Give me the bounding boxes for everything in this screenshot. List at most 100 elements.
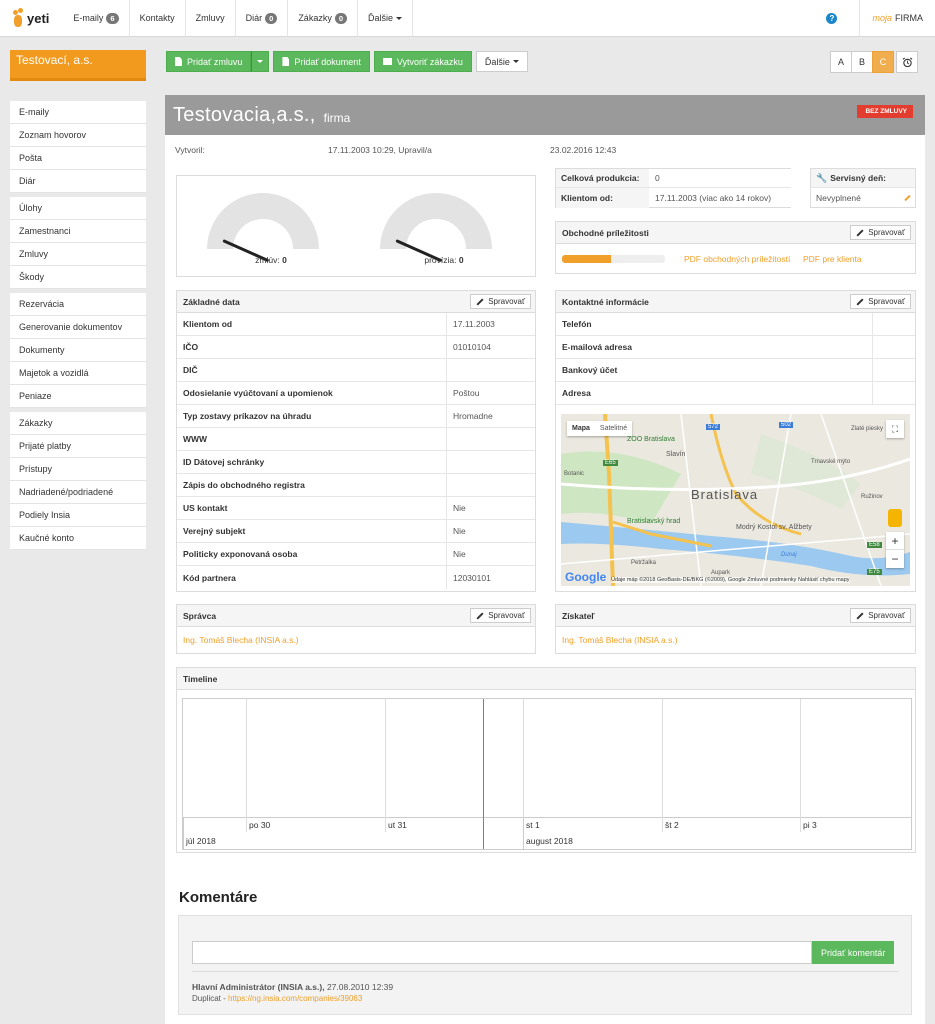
basic-data-title: Základné data — [183, 296, 240, 307]
add-contract-button[interactable]: Pridať zmluvu — [166, 51, 252, 72]
map-attribution[interactable]: Údaje máp ©2018 GeoBasis-DE/BKG (©2009),… — [611, 577, 850, 583]
field-value: Nie — [453, 549, 466, 559]
sidebar-item-employees[interactable]: Zamestnanci — [10, 220, 146, 243]
manage-contact-button[interactable]: Spravovať — [850, 294, 911, 309]
sidebar-item-insia-shares[interactable]: Podiely Insia — [10, 504, 146, 527]
sidebar-item-doc-generation[interactable]: Generovanie dokumentov — [10, 316, 146, 339]
rating-b-button[interactable]: B — [851, 51, 873, 73]
timeline-panel: Timeline po 30 ut 31 st 1 št 2 pi 3 júl … — [176, 667, 916, 853]
add-comment-button[interactable]: Pridať komentár — [812, 941, 895, 964]
table-row: IČO 01010104 — [177, 336, 535, 359]
my-company-link[interactable]: moja FIRMA — [859, 0, 935, 37]
create-order-label: Vytvoriť zákazku — [396, 56, 463, 67]
client-since-label: Klientom od: — [556, 188, 649, 208]
map-label-trnavske-myto: Trnavské mýto — [811, 459, 851, 465]
sidebar-item-mail[interactable]: Pošta — [10, 147, 146, 170]
sidebar-item-orders[interactable]: Zákazky — [10, 412, 146, 435]
field-label: Telefón — [556, 313, 873, 335]
satellite-tab[interactable]: Satelitné — [595, 421, 632, 436]
timeline-month-label: júl 2018 — [186, 836, 216, 846]
nav-emails[interactable]: E-maily 6 — [63, 0, 130, 37]
more-actions-dropdown[interactable]: Ďalšie — [475, 51, 528, 72]
sidebar-item-deposit-account[interactable]: Kaučné konto — [10, 527, 146, 550]
comment-link[interactable]: https://ng.insia.com/companies/39063 — [228, 994, 362, 1003]
yeti-logo[interactable]: yeti — [0, 0, 63, 37]
nav-contracts[interactable]: Zmluvy — [186, 0, 236, 37]
rating-selector: A B C — [830, 51, 918, 73]
contact-info-header: Kontaktné informácie Spravovať — [556, 291, 915, 313]
nav-contacts[interactable]: Kontakty — [130, 0, 186, 37]
sidebar-item-hierarchy[interactable]: Nadriadené/podriadené — [10, 481, 146, 504]
timeline-current-time — [483, 699, 484, 849]
nav-more-label: Ďalšie — [368, 13, 394, 23]
logo-text: yeti — [27, 10, 50, 26]
help-icon[interactable]: ? — [826, 12, 838, 24]
alarm-clock-icon — [902, 56, 912, 67]
google-map[interactable]: Mapa Satelitné Bratislava ZOO Bratislava… — [561, 414, 910, 586]
acquirer-panel: Získateľ Spravovať Ing. Tomáš Blecha (IN… — [555, 604, 916, 654]
sidebar-item-reservation[interactable]: Rezervácia — [10, 293, 146, 316]
chevron-down-icon — [257, 60, 264, 63]
timeline-chart[interactable]: po 30 ut 31 st 1 št 2 pi 3 júl 2018 augu… — [182, 698, 912, 850]
sidebar-item-received-payments[interactable]: Prijaté platby — [10, 435, 146, 458]
contracts-gauge: zmlúv: 0 — [192, 193, 322, 273]
pencil-icon — [476, 297, 484, 306]
field-label: Typ zostavy príkazov na úhradu — [177, 405, 447, 427]
manage-manager-button[interactable]: Spravovať — [470, 608, 531, 623]
sidebar-item-contracts[interactable]: Zmluvy — [10, 243, 146, 266]
comment-input[interactable] — [192, 941, 812, 964]
zoom-out-icon[interactable]: − — [886, 550, 904, 568]
google-logo[interactable]: Google — [565, 570, 606, 584]
sidebar-group-4: Zákazky Prijaté platby Prístupy Nadriade… — [10, 412, 146, 550]
pdf-opportunities-link[interactable]: PDF obchodných príležitostí — [684, 254, 790, 264]
manage-opportunities-button[interactable]: Spravovať — [850, 225, 911, 240]
pencil-icon — [856, 297, 864, 306]
sidebar-item-tasks[interactable]: Úlohy — [10, 197, 146, 220]
sidebar-item-documents[interactable]: Dokumenty — [10, 339, 146, 362]
rating-c-button[interactable]: C — [872, 51, 894, 73]
wrench-icon: 🔧 — [816, 172, 828, 183]
fullscreen-icon[interactable]: ⛶ — [886, 420, 904, 438]
pdf-client-link[interactable]: PDF pre klienta — [803, 254, 862, 264]
nav-diary[interactable]: Diár 0 — [236, 0, 289, 37]
opportunities-progress-fill — [562, 255, 612, 263]
manage-basic-data-button[interactable]: Spravovať — [470, 294, 531, 309]
alarm-clock-button[interactable] — [896, 51, 918, 73]
sidebar-item-access[interactable]: Prístupy — [10, 458, 146, 481]
nav-contracts-label: Zmluvy — [195, 13, 225, 23]
timeline-day-label: ut 31 — [388, 820, 407, 830]
sidebar-item-emails[interactable]: E-maily — [10, 101, 146, 124]
created-meta: Vytvoril: 17.11.2003 10:29, Upravil/a 23… — [175, 145, 616, 155]
orders-count-badge: 0 — [334, 12, 347, 24]
sidebar-item-damages[interactable]: Škody — [10, 266, 146, 289]
table-row: Adresa — [556, 382, 915, 405]
table-row: Telefón — [556, 313, 915, 336]
sidebar-item-assets[interactable]: Majetok a vozidlá — [10, 362, 146, 385]
nav-emails-label: E-maily — [73, 13, 104, 23]
manager-name-link[interactable]: Ing. Tomáš Blecha (INSIA a.s.) — [183, 635, 299, 645]
edit-pencil-icon[interactable] — [904, 194, 911, 202]
zoom-in-icon[interactable]: + — [886, 532, 904, 550]
create-order-button[interactable]: Vytvoriť zákazku — [373, 51, 472, 72]
contracts-gauge-value: 0 — [282, 255, 287, 265]
nav-more-dropdown[interactable]: Ďalšie — [358, 0, 414, 37]
field-label: Klientom od — [177, 313, 447, 335]
map-tab[interactable]: Mapa — [567, 421, 595, 436]
timeline-day-label: pi 3 — [803, 820, 817, 830]
add-document-button[interactable]: Pridať dokument — [273, 51, 370, 72]
rating-a-button[interactable]: A — [830, 51, 852, 73]
field-label: Verejný subjekt — [177, 520, 447, 542]
nav-orders[interactable]: Zákazky 0 — [288, 0, 358, 37]
contact-info-title: Kontaktné informácie — [562, 296, 649, 307]
comment-body: Duplicat - https://ng.insia.com/companie… — [192, 994, 362, 1003]
add-contract-dropdown[interactable] — [251, 51, 270, 72]
sidebar-item-diary[interactable]: Diár — [10, 170, 146, 193]
pegman-icon[interactable] — [888, 509, 902, 527]
acquirer-name-link[interactable]: Ing. Tomáš Blecha (INSIA a.s.) — [562, 635, 678, 645]
field-value: 12030101 — [453, 572, 491, 583]
pencil-icon — [856, 228, 864, 237]
manage-acquirer-button[interactable]: Spravovať — [850, 608, 911, 623]
sidebar-item-call-log[interactable]: Zoznam hovorov — [10, 124, 146, 147]
manager-panel: Správca Spravovať Ing. Tomáš Blecha (INS… — [176, 604, 536, 654]
sidebar-item-money[interactable]: Peniaze — [10, 385, 146, 408]
